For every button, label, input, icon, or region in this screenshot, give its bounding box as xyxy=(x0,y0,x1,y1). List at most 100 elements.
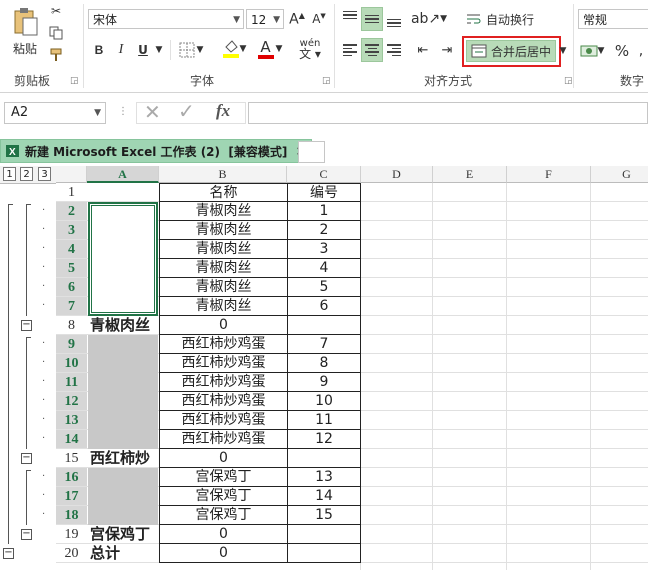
formula-input[interactable] xyxy=(248,102,648,124)
row-header[interactable]: 11 xyxy=(56,373,87,392)
row-header[interactable]: 18 xyxy=(56,506,87,525)
cell-b[interactable]: 青椒肉丝 xyxy=(159,259,287,278)
merged-cell-a16-a18[interactable] xyxy=(88,468,158,525)
cell-c[interactable]: 10 xyxy=(287,392,361,411)
cell-c[interactable] xyxy=(287,316,361,335)
check-icon[interactable]: ✓ xyxy=(178,99,195,123)
percent-button[interactable]: % xyxy=(612,40,632,62)
fill-color-button[interactable]: ▼ xyxy=(218,38,250,60)
column-header-e[interactable]: E xyxy=(433,166,507,183)
cell-b[interactable]: 青椒肉丝 xyxy=(159,221,287,240)
cell-c[interactable]: 4 xyxy=(287,259,361,278)
row-header[interactable]: 13 xyxy=(56,411,87,430)
increase-indent-button[interactable]: ⇥ xyxy=(436,38,458,62)
format-painter-button[interactable] xyxy=(46,46,66,64)
cell-c[interactable]: 11 xyxy=(287,411,361,430)
cell-b[interactable]: 0 xyxy=(159,525,287,544)
cell-b[interactable]: 西红柿炒鸡蛋 xyxy=(159,392,287,411)
collapse-group1-button[interactable]: − xyxy=(21,320,32,331)
cell-b[interactable]: 青椒肉丝 xyxy=(159,278,287,297)
cell-b[interactable]: 青椒肉丝 xyxy=(159,297,287,316)
cell-b[interactable]: 宫保鸡丁 xyxy=(159,468,287,487)
row-header[interactable]: 10 xyxy=(56,354,87,373)
align-center-button[interactable] xyxy=(361,38,383,62)
cell-c[interactable]: 13 xyxy=(287,468,361,487)
font-launcher-icon[interactable]: ◲ xyxy=(322,76,331,86)
paste-button[interactable]: 粘贴 xyxy=(8,4,42,60)
cell-b[interactable]: 宫保鸡丁 xyxy=(159,487,287,506)
cancel-icon[interactable]: ✕ xyxy=(144,100,161,124)
wrap-text-button[interactable]: 自动换行 xyxy=(466,8,546,30)
bold-button[interactable]: B xyxy=(90,40,108,60)
column-header-b[interactable]: B xyxy=(159,166,287,183)
alignment-launcher-icon[interactable]: ◲ xyxy=(564,76,573,86)
cell-c[interactable]: 5 xyxy=(287,278,361,297)
row-header[interactable]: 5 xyxy=(56,259,87,278)
cell-b[interactable]: 西红柿炒鸡蛋 xyxy=(159,335,287,354)
cell-c[interactable]: 2 xyxy=(287,221,361,240)
cell-b[interactable]: 0 xyxy=(159,316,287,335)
cell-b[interactable]: 西红柿炒鸡蛋 xyxy=(159,411,287,430)
cell-c[interactable]: 1 xyxy=(287,202,361,221)
number-format-combo[interactable]: 常规 xyxy=(578,9,648,29)
cell-c[interactable]: 8 xyxy=(287,354,361,373)
cut-button[interactable]: ✂ xyxy=(46,2,66,20)
workbook-tab[interactable]: X 新建 Microsoft Excel 工作表 (2) [兼容模式] × xyxy=(0,139,313,163)
merge-dropdown[interactable]: ▼ xyxy=(558,40,568,62)
name-box[interactable]: A2 ▼ xyxy=(4,102,106,124)
cell-c[interactable] xyxy=(287,525,361,544)
phonetic-button[interactable]: wén 文 ▾ xyxy=(296,38,324,61)
row-header[interactable]: 1 xyxy=(56,183,87,202)
cell-b[interactable]: 西红柿炒鸡蛋 xyxy=(159,373,287,392)
cell-c[interactable]: 15 xyxy=(287,506,361,525)
row-header[interactable]: 14 xyxy=(56,430,87,449)
outline-level-3-button[interactable]: 3 xyxy=(38,167,51,181)
row-header[interactable]: 7 xyxy=(56,297,87,316)
outline-level-1-button[interactable]: 1 xyxy=(3,167,16,181)
copy-button[interactable] xyxy=(46,24,66,42)
cell-c[interactable]: 编号 xyxy=(287,183,361,202)
column-header-f[interactable]: F xyxy=(507,166,591,183)
italic-button[interactable]: I xyxy=(112,40,130,60)
row-header[interactable]: 8 xyxy=(56,316,87,335)
cell-b[interactable]: 名称 xyxy=(159,183,287,202)
column-header-d[interactable]: D xyxy=(361,166,433,183)
cell-c[interactable]: 9 xyxy=(287,373,361,392)
grow-font-button[interactable]: A▲ xyxy=(288,9,306,29)
cell-a[interactable]: 宫保鸡丁 xyxy=(88,525,159,544)
decrease-indent-button[interactable]: ⇤ xyxy=(412,38,434,62)
collapse-level1-button[interactable]: − xyxy=(3,548,14,559)
column-header-a[interactable]: A xyxy=(87,166,159,183)
cell-b[interactable]: 青椒肉丝 xyxy=(159,202,287,221)
collapse-group2-button[interactable]: − xyxy=(21,453,32,464)
column-header-c[interactable]: C xyxy=(287,166,361,183)
align-right-button[interactable] xyxy=(383,38,405,62)
collapse-group3-button[interactable]: − xyxy=(21,529,32,540)
row-header[interactable]: 15 xyxy=(56,449,87,468)
row-header[interactable]: 6 xyxy=(56,278,87,297)
row-header[interactable]: 4 xyxy=(56,240,87,259)
clipboard-launcher-icon[interactable]: ◲ xyxy=(70,76,79,86)
row-header[interactable]: 2 xyxy=(56,202,87,221)
cell-b[interactable]: 宫保鸡丁 xyxy=(159,506,287,525)
underline-button[interactable]: U xyxy=(134,40,152,60)
cell-c[interactable]: 3 xyxy=(287,240,361,259)
orientation-button[interactable]: ab↗ ▼ xyxy=(411,7,447,31)
borders-button[interactable]: ▼ xyxy=(176,40,206,60)
align-top-button[interactable] xyxy=(339,7,361,31)
row-header[interactable]: 3 xyxy=(56,221,87,240)
select-all-corner[interactable] xyxy=(56,166,87,183)
cell-b[interactable]: 青椒肉丝 xyxy=(159,240,287,259)
row-header[interactable]: 9 xyxy=(56,335,87,354)
row-header[interactable]: 16 xyxy=(56,468,87,487)
font-color-button[interactable]: A ▼ xyxy=(254,38,286,60)
cell-a[interactable]: 西红柿炒 xyxy=(88,449,159,468)
align-middle-button[interactable] xyxy=(361,7,383,31)
cell-c[interactable]: 14 xyxy=(287,487,361,506)
column-header-g[interactable]: G xyxy=(591,166,648,183)
cell-b[interactable]: 西红柿炒鸡蛋 xyxy=(159,354,287,373)
cell-b[interactable]: 西红柿炒鸡蛋 xyxy=(159,430,287,449)
merged-cell-a9-a14[interactable] xyxy=(88,335,158,449)
cell-c[interactable] xyxy=(287,449,361,468)
align-left-button[interactable] xyxy=(339,38,361,62)
